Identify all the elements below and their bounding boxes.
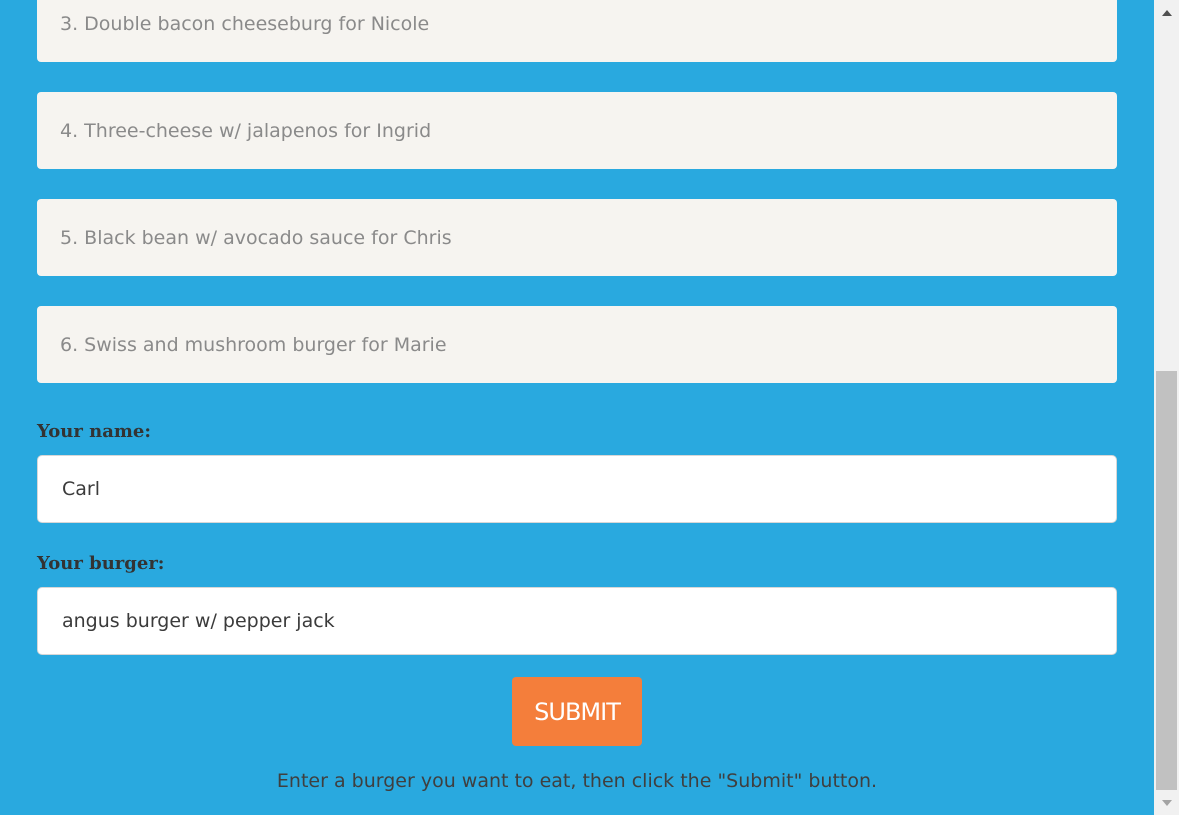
scroll-up-button[interactable] bbox=[1154, 0, 1179, 25]
triangle-up-icon bbox=[1161, 9, 1172, 16]
list-item: 5. Black bean w/ avocado sauce for Chris bbox=[37, 199, 1117, 276]
list-item: 4. Three-cheese w/ jalapenos for Ingrid bbox=[37, 92, 1117, 169]
scroll-down-button[interactable] bbox=[1154, 790, 1179, 815]
instructions-text: Enter a burger you want to eat, then cli… bbox=[276, 770, 878, 792]
submit-row: SUBMIT bbox=[0, 677, 1154, 746]
list-item: 3. Double bacon cheeseburg for Nicole bbox=[37, 0, 1117, 62]
scroll-thumb[interactable] bbox=[1156, 371, 1177, 790]
order-text: 5. Black bean w/ avocado sauce for Chris bbox=[60, 226, 452, 249]
triangle-down-icon bbox=[1161, 799, 1172, 806]
vertical-scrollbar[interactable] bbox=[1154, 0, 1179, 815]
burger-order-form: Your name: Your burger: bbox=[37, 418, 1117, 655]
burger-label: Your burger: bbox=[37, 553, 165, 574]
page: 3. Double bacon cheeseburg for Nicole 4.… bbox=[0, 0, 1154, 815]
name-input[interactable] bbox=[37, 455, 1117, 523]
order-text: 4. Three-cheese w/ jalapenos for Ingrid bbox=[60, 119, 432, 142]
order-text: 6. Swiss and mushroom burger for Marie bbox=[60, 333, 447, 356]
orders-list: 3. Double bacon cheeseburg for Nicole 4.… bbox=[37, 0, 1117, 413]
submit-button[interactable]: SUBMIT bbox=[512, 677, 642, 746]
list-item: 6. Swiss and mushroom burger for Marie bbox=[37, 306, 1117, 383]
name-label: Your name: bbox=[37, 421, 152, 442]
order-text: 3. Double bacon cheeseburg for Nicole bbox=[60, 12, 430, 35]
burger-input[interactable] bbox=[37, 587, 1117, 655]
